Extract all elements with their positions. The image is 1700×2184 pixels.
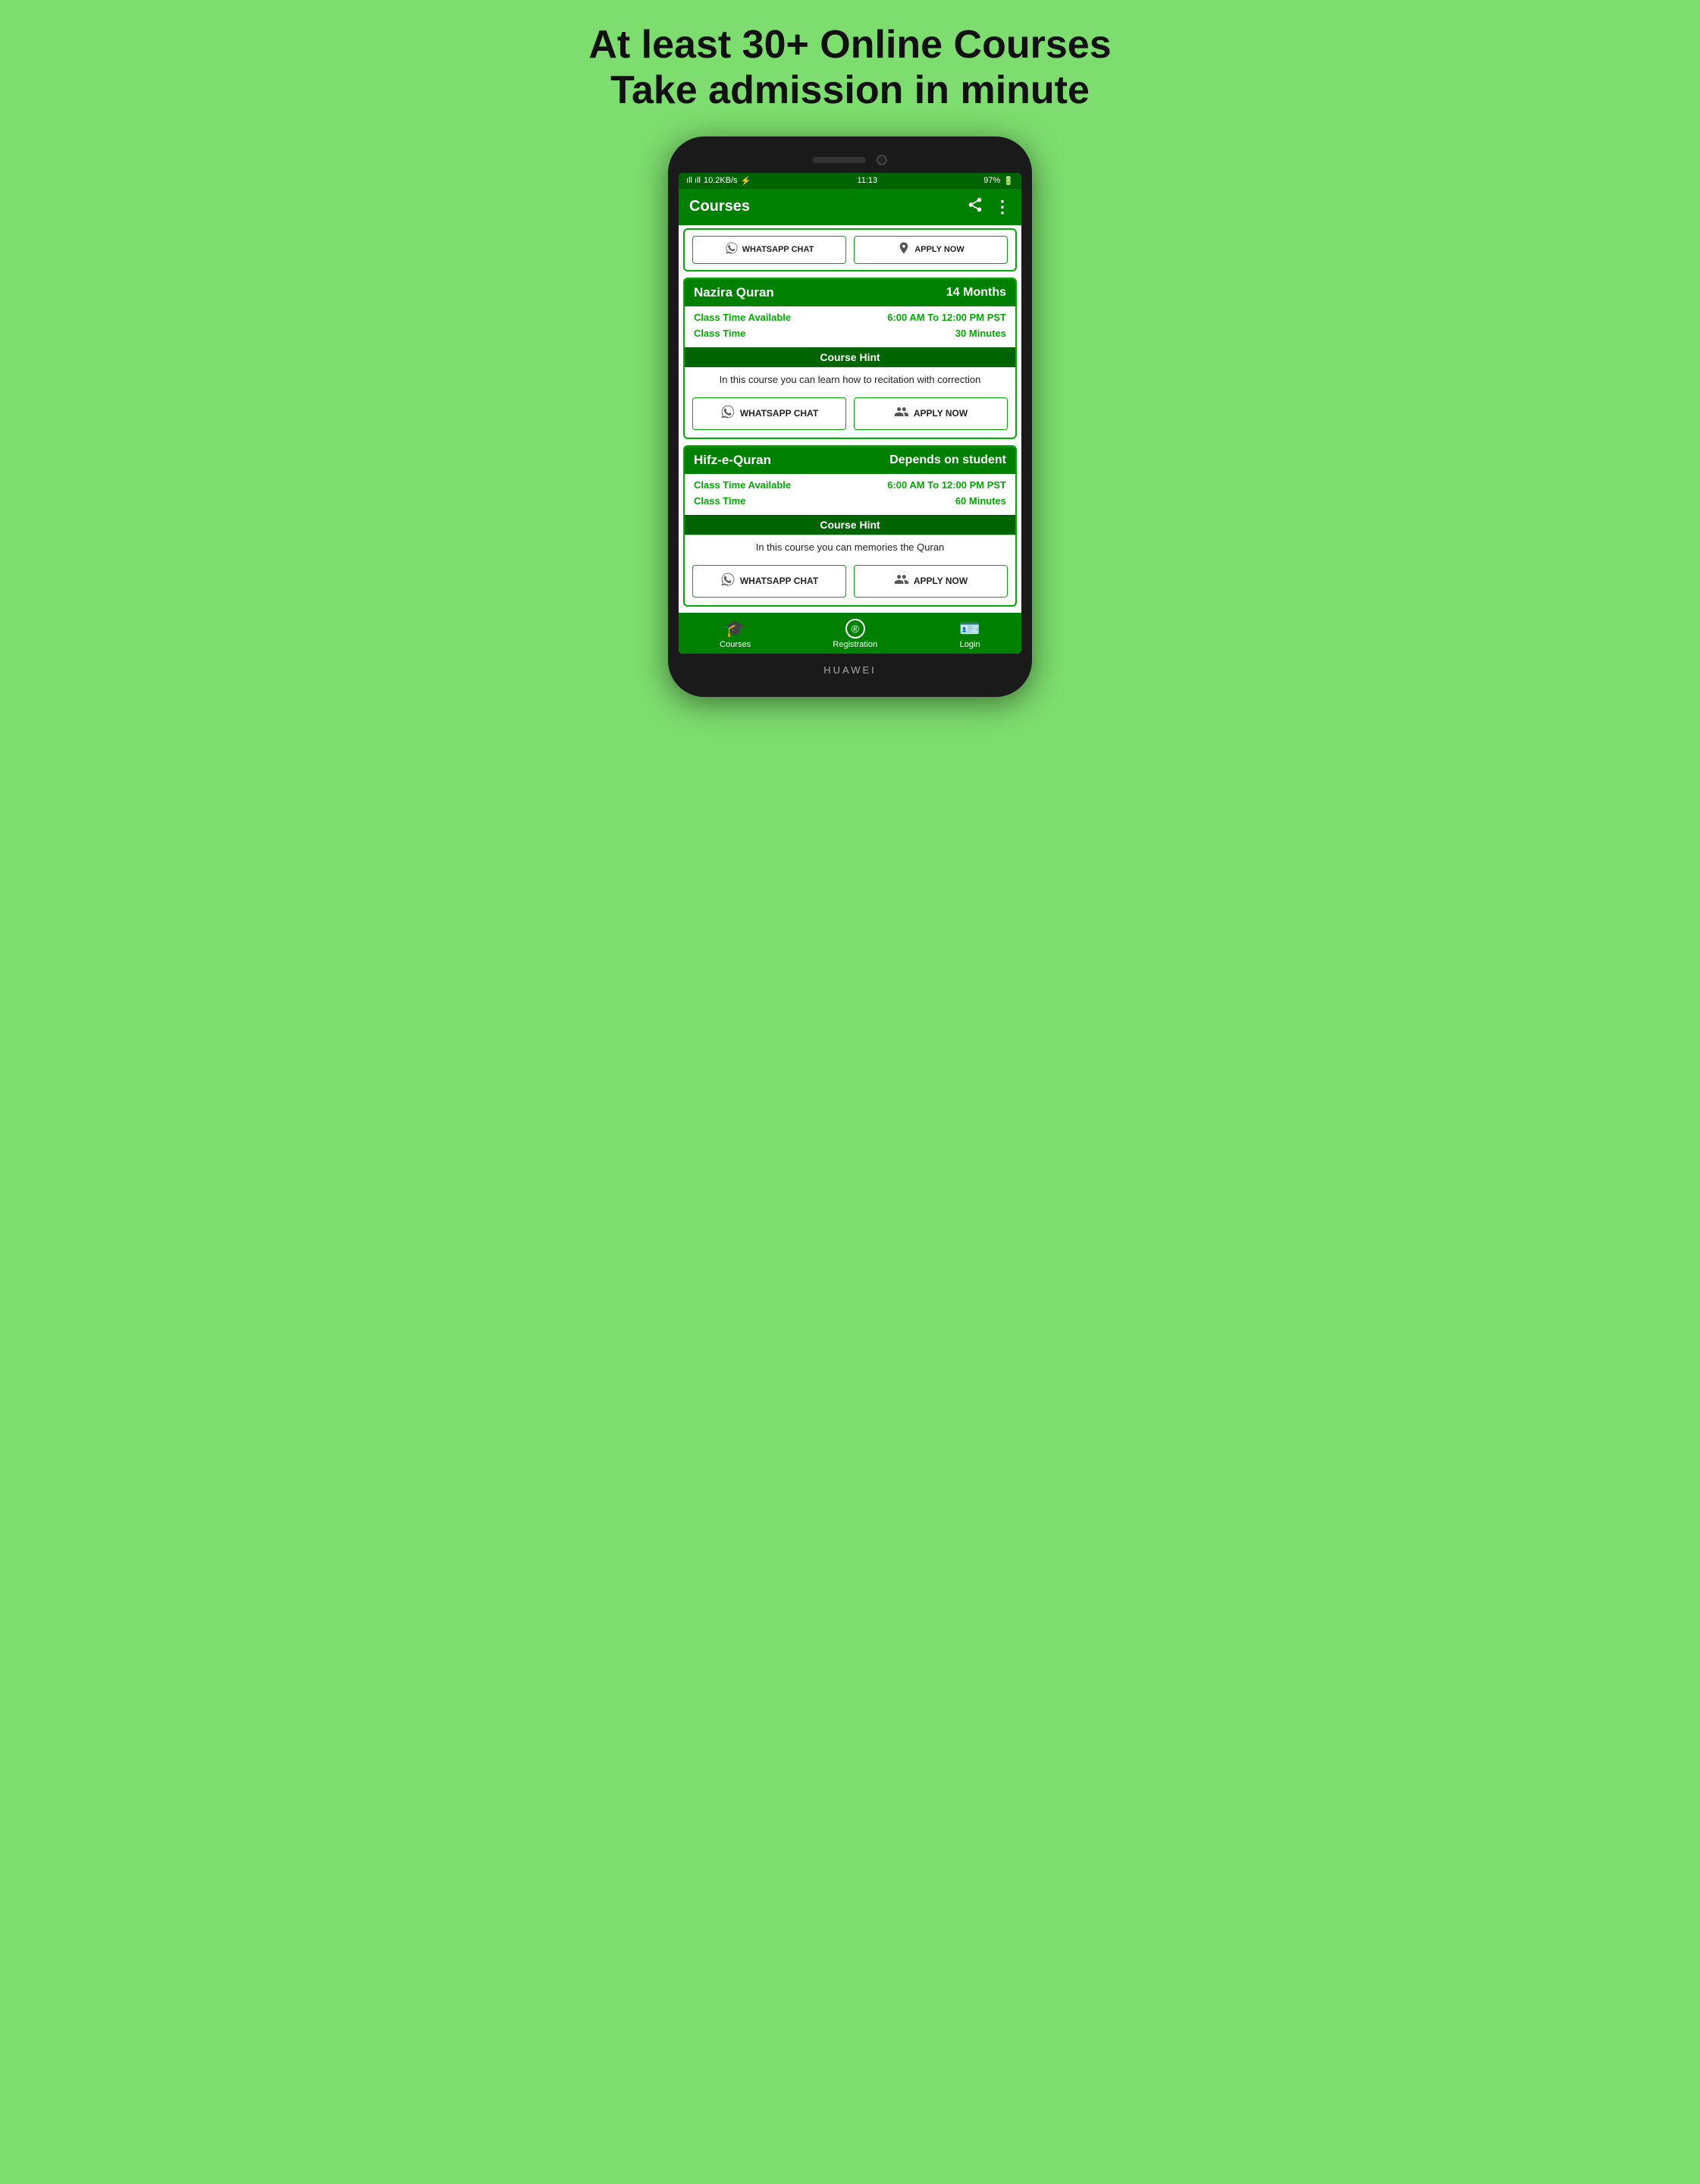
- course-card-0: Nazira Quran 14 Months Class Time Availa…: [683, 278, 1017, 439]
- registration-nav-icon: ®: [845, 619, 865, 639]
- course-duration-1: Depends on student: [889, 453, 1006, 467]
- wifi-icon: ⚡: [741, 176, 751, 186]
- apply-icon: [897, 241, 911, 259]
- phone-screen: ıll ıll 10.2KB/s ⚡ 11:13 97% 🔋 Courses: [679, 173, 1021, 654]
- status-bar: ıll ıll 10.2KB/s ⚡ 11:13 97% 🔋: [679, 173, 1021, 189]
- course-hint-header-0: Course Hint: [685, 347, 1015, 367]
- whatsapp-icon: [725, 241, 739, 259]
- registration-nav-label: Registration: [833, 640, 877, 649]
- whatsapp-label-1: WHATSAPP CHAT: [740, 576, 818, 586]
- phone-speaker: [813, 157, 866, 163]
- app-header: Courses ⋮: [679, 189, 1021, 225]
- course-hint-text-1: In this course you can memories the Qura…: [685, 535, 1015, 559]
- apply-icon-0: [894, 404, 909, 423]
- partial-apply-label: APPLY NOW: [914, 245, 964, 254]
- course-header-1: Hifz-e-Quran Depends on student: [685, 447, 1015, 474]
- course-duration-0: 14 Months: [946, 286, 1006, 300]
- courses-nav-icon: 🎓: [725, 619, 745, 639]
- share-icon[interactable]: [967, 196, 983, 218]
- whatsapp-button-0[interactable]: WHATSAPP CHAT: [692, 397, 846, 430]
- battery-indicator: 97%: [983, 176, 1000, 185]
- bottom-nav: 🎓 Courses ® Registration 🪪 Login: [679, 613, 1021, 654]
- class-time-available-label-0: Class Time Available: [694, 312, 791, 323]
- login-nav-icon: 🪪: [959, 619, 980, 639]
- headline-line1: At least 30+ Online Courses: [588, 23, 1111, 67]
- class-time-label-1: Class Time: [694, 495, 745, 507]
- course-actions-1: WHATSAPP CHAT APPLY NOW: [685, 559, 1015, 605]
- login-nav-label: Login: [960, 640, 980, 649]
- apply-label-0: APPLY NOW: [914, 408, 968, 419]
- battery-icon: 🔋: [1003, 176, 1014, 186]
- course-title-1: Hifz-e-Quran: [694, 453, 771, 468]
- headline-line2: Take admission in minute: [610, 68, 1090, 112]
- apply-icon-1: [894, 572, 909, 591]
- course-card-1: Hifz-e-Quran Depends on student Class Ti…: [683, 445, 1017, 607]
- course-header-0: Nazira Quran 14 Months: [685, 279, 1015, 306]
- courses-nav-label: Courses: [720, 640, 751, 649]
- phone-shell: ıll ıll 10.2KB/s ⚡ 11:13 97% 🔋 Courses: [668, 136, 1032, 697]
- class-time-available-label-1: Class Time Available: [694, 479, 791, 491]
- course-info-row-available-1: Class Time Available 6:00 AM To 12:00 PM…: [694, 477, 1006, 493]
- class-time-available-value-1: 6:00 AM To 12:00 PM PST: [887, 479, 1006, 491]
- status-time: 11:13: [857, 176, 877, 185]
- phone-camera: [877, 155, 887, 165]
- apply-button-1[interactable]: APPLY NOW: [854, 565, 1008, 598]
- class-time-available-value-0: 6:00 AM To 12:00 PM PST: [887, 312, 1006, 323]
- class-time-value-0: 30 Minutes: [955, 328, 1006, 339]
- apply-label-1: APPLY NOW: [914, 576, 968, 586]
- status-right: 97% 🔋: [983, 176, 1014, 186]
- nav-item-registration[interactable]: ® Registration: [833, 619, 877, 649]
- app-header-icons: ⋮: [967, 196, 1011, 218]
- headline: At least 30+ Online Courses Take admissi…: [588, 23, 1111, 114]
- app-title: Courses: [689, 198, 750, 215]
- partial-whatsapp-button[interactable]: WHATSAPP CHAT: [692, 236, 846, 264]
- speed-indicator: 10.2KB/s: [704, 176, 738, 185]
- more-options-icon[interactable]: ⋮: [994, 197, 1011, 217]
- signal-icon: ıll ıll: [686, 176, 701, 185]
- whatsapp-icon-0: [720, 404, 736, 423]
- partial-apply-button[interactable]: APPLY NOW: [854, 236, 1008, 264]
- whatsapp-label-0: WHATSAPP CHAT: [740, 408, 818, 419]
- whatsapp-icon-1: [720, 572, 736, 591]
- class-time-value-1: 60 Minutes: [955, 495, 1006, 507]
- status-left: ıll ıll 10.2KB/s ⚡: [686, 176, 751, 186]
- partial-card-actions: WHATSAPP CHAT APPLY NOW: [685, 230, 1015, 270]
- partial-whatsapp-label: WHATSAPP CHAT: [742, 245, 814, 254]
- course-info-1: Class Time Available 6:00 AM To 12:00 PM…: [685, 474, 1015, 512]
- course-title-0: Nazira Quran: [694, 285, 774, 300]
- phone-top-bar: [679, 150, 1021, 173]
- phone-brand: HUAWEI: [823, 664, 877, 676]
- whatsapp-button-1[interactable]: WHATSAPP CHAT: [692, 565, 846, 598]
- course-hint-header-1: Course Hint: [685, 515, 1015, 535]
- apply-button-0[interactable]: APPLY NOW: [854, 397, 1008, 430]
- phone-bottom: HUAWEI: [679, 654, 1021, 680]
- nav-item-login[interactable]: 🪪 Login: [959, 619, 980, 649]
- nav-item-courses[interactable]: 🎓 Courses: [720, 619, 751, 649]
- course-info-row-available-0: Class Time Available 6:00 AM To 12:00 PM…: [694, 309, 1006, 325]
- course-info-row-time-1: Class Time 60 Minutes: [694, 493, 1006, 509]
- course-info-0: Class Time Available 6:00 AM To 12:00 PM…: [685, 306, 1015, 344]
- screen-content[interactable]: WHATSAPP CHAT APPLY NOW: [679, 225, 1021, 613]
- class-time-label-0: Class Time: [694, 328, 745, 339]
- course-actions-0: WHATSAPP CHAT APPLY NOW: [685, 391, 1015, 438]
- course-hint-text-0: In this course you can learn how to reci…: [685, 367, 1015, 391]
- course-info-row-time-0: Class Time 30 Minutes: [694, 325, 1006, 341]
- partial-card: WHATSAPP CHAT APPLY NOW: [683, 228, 1017, 271]
